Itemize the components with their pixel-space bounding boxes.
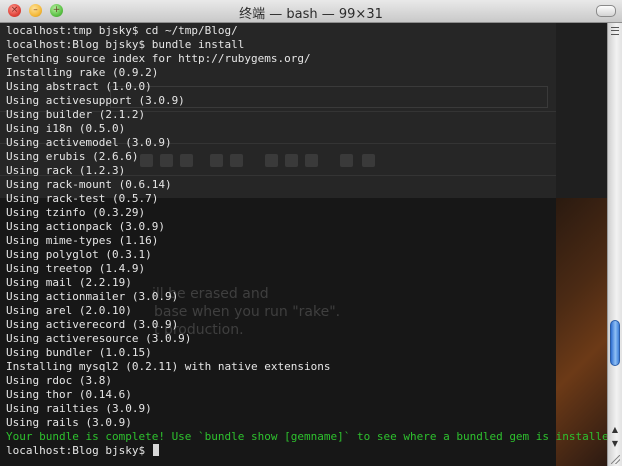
terminal-line: Using tzinfo (0.3.29) [6,206,146,219]
resize-grip-icon [611,455,620,464]
terminal-line: Using rack-mount (0.6.14) [6,178,172,191]
terminal-line: Using arel (2.0.10) [6,304,132,317]
terminal-prompt-line[interactable]: localhost:Blog bjsky$ [6,444,607,458]
terminal-line: Using polyglot (0.3.1) [6,248,152,261]
terminal-line: Using actionmailer (3.0.9) [6,290,179,303]
terminal-line: Using builder (2.1.2) [6,108,146,121]
text-cursor [152,444,159,456]
split-icon [611,27,619,35]
terminal-line: Using abstract (1.0.0) [6,80,152,93]
terminal-line: Using rdoc (3.8) [6,374,112,387]
scroll-up-icon[interactable]: ▲ [610,423,620,437]
terminal-line: Using i18n (0.5.0) [6,122,126,135]
terminal-line: Using erubis (2.6.6) [6,150,139,163]
terminal-line: Installing rake (0.9.2) [6,66,159,79]
scroll-down-icon[interactable]: ▼ [610,437,620,451]
terminal-line: localhost:tmp bjsky$ cd ~/tmp/Blog/ [6,24,238,37]
terminal-line: Fetching source index for http://rubygem… [6,52,311,65]
terminal-line: Using railties (3.0.9) [6,402,152,415]
terminal-line: Using mail (2.2.19) [6,276,132,289]
terminal-line: localhost:Blog bjsky$ bundle install [6,38,245,51]
terminal-line: Your bundle is complete! Use `bundle sho… [6,430,607,443]
vertical-scrollbar[interactable]: ▲ ▼ [607,23,622,466]
terminal-line: Using mime-types (1.16) [6,234,159,247]
terminal-line: Installing mysql2 (0.2.11) with native e… [6,360,331,373]
title-bar[interactable]: × – + 终端 — bash — 99×31 [0,0,622,23]
scroll-thumb[interactable] [610,320,620,366]
resize-handle[interactable] [607,452,622,466]
window-title: 终端 — bash — 99×31 [239,7,383,22]
terminal-line: Using activesupport (3.0.9) [6,94,185,107]
terminal-line: Using rack-test (0.5.7) [6,192,159,205]
terminal-line: Using rails (3.0.9) [6,416,132,429]
terminal-line: Using actionpack (3.0.9) [6,220,165,233]
terminal-content-area[interactable]: ill be erased and base when you run "rak… [0,23,607,466]
terminal-line: Using thor (0.14.6) [6,388,132,401]
terminal-line: Using activeresource (3.0.9) [6,332,192,345]
terminal-output[interactable]: localhost:tmp bjsky$ cd ~/tmp/Blog/local… [6,24,607,458]
terminal-line: Using bundler (1.0.15) [6,346,152,359]
terminal-window: × – + 终端 — bash — 99×31 ill be erased an… [0,0,622,466]
terminal-line: Using activemodel (3.0.9) [6,136,172,149]
shell-prompt: localhost:Blog bjsky$ [6,444,152,457]
terminal-line: Using rack (1.2.3) [6,164,126,177]
terminal-line: Using activerecord (3.0.9) [6,318,179,331]
terminal-line: Using treetop (1.4.9) [6,262,146,275]
scrollbar-split-handle[interactable] [609,24,621,36]
toolbar-toggle-button[interactable] [596,5,616,17]
